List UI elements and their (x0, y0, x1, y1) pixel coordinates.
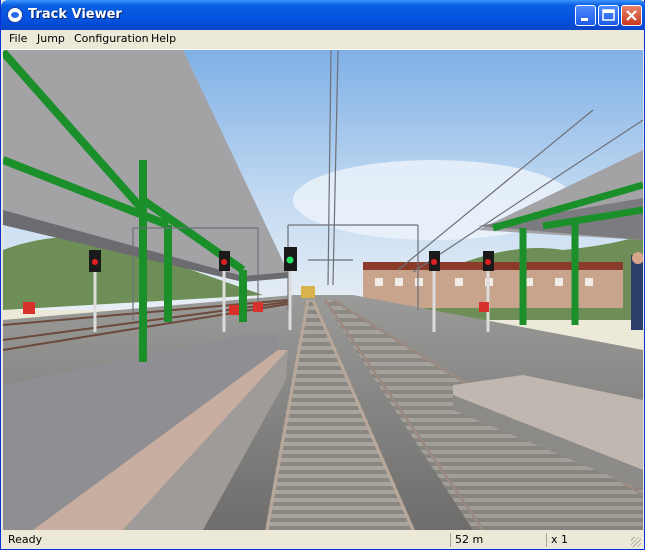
status-distance: 52 m (450, 533, 535, 547)
minimize-button[interactable] (575, 5, 596, 26)
title-bar[interactable]: Track Viewer (1, 0, 645, 30)
resize-grip-icon[interactable] (631, 537, 641, 547)
status-speed: x 1 (546, 533, 631, 547)
close-icon (626, 10, 637, 21)
minimize-icon (581, 18, 588, 21)
maximize-icon (602, 9, 615, 21)
menu-bar: File Jump Configuration Help (2, 30, 643, 50)
distant-train (301, 286, 315, 298)
railway-scene (3, 50, 643, 530)
maximize-button[interactable] (598, 5, 619, 26)
menu-configuration[interactable]: Configuration (74, 32, 149, 45)
app-icon[interactable] (7, 7, 23, 23)
menu-jump[interactable]: Jump (37, 32, 65, 45)
menu-file[interactable]: File (9, 32, 27, 45)
close-button[interactable] (621, 5, 642, 26)
status-message: Ready (8, 533, 43, 546)
person (631, 255, 643, 330)
app-window: Track Viewer File Jump Configuration Hel… (0, 0, 645, 550)
window-title: Track Viewer (28, 7, 122, 22)
menu-help[interactable]: Help (151, 32, 176, 45)
status-bar: Ready 52 m x 1 (2, 531, 643, 549)
track-3d-viewport[interactable] (3, 50, 643, 530)
